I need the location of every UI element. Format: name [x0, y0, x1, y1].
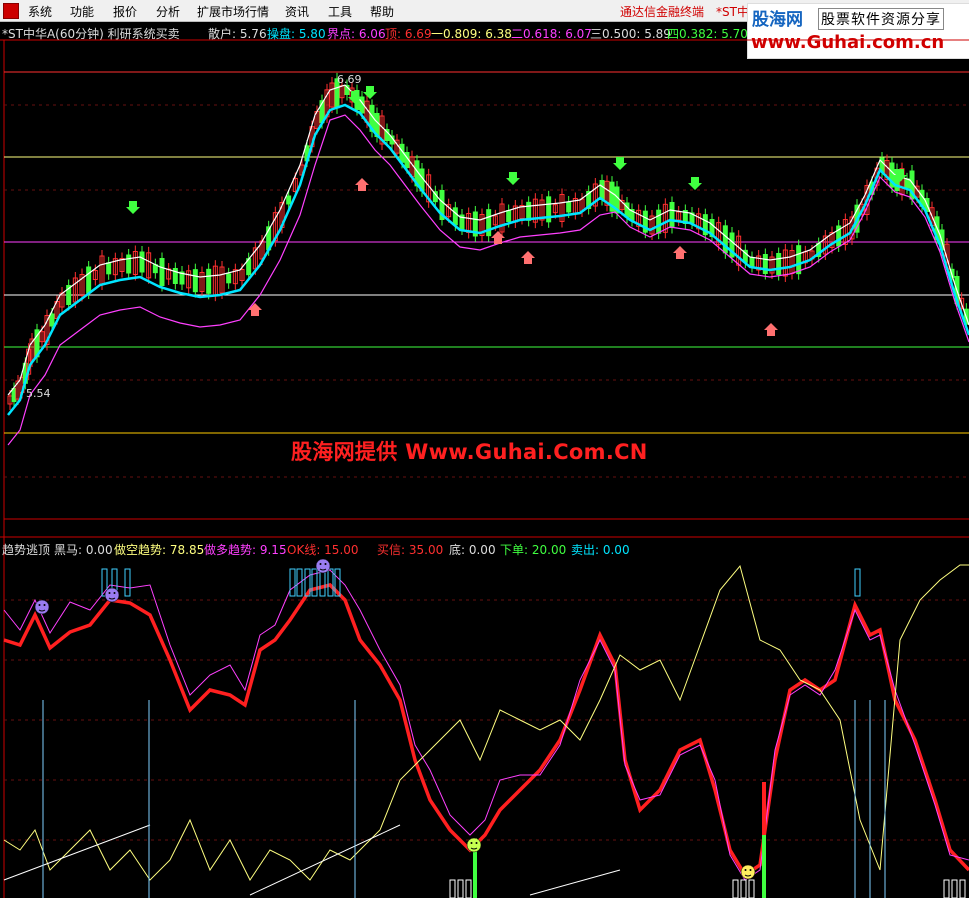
sell-arrow-icon: [613, 157, 627, 170]
sub-indicator: 底: 0.00: [449, 543, 496, 557]
buy-arrow-icon: [248, 303, 262, 316]
bottom-signal-box: [943, 879, 950, 898]
main-indicator: 散户: 5.76: [208, 27, 267, 41]
sub-indicator: OK线: 15.00: [287, 543, 359, 557]
candle-body: [566, 201, 572, 213]
sad-face-icon-eye: [43, 604, 46, 606]
candle-body: [776, 253, 782, 275]
bottom-signal-box: [732, 879, 739, 898]
candle-body: [506, 210, 512, 222]
bottom-signal-box: [465, 879, 472, 898]
ma-slow-line: [7, 114, 969, 446]
bottom-signal-box: [748, 879, 755, 898]
sub-indicator: 买信: 35.00: [377, 543, 444, 557]
buy-arrow-icon: [521, 251, 535, 264]
candle-body: [126, 254, 132, 274]
candle-body: [206, 268, 212, 294]
bottom-signal-box: [457, 879, 464, 898]
candle-body: [904, 178, 910, 189]
sell-arrow-icon: [363, 86, 377, 99]
candle-body: [452, 207, 458, 226]
main-indicator: 操盘: 5.80: [267, 27, 326, 41]
sub-indicator: 黑马: 0.00: [54, 543, 113, 557]
sad-face-icon-eye: [319, 563, 322, 565]
candle-body: [226, 273, 232, 284]
sad-face-icon-eye: [113, 592, 116, 594]
candle-body: [526, 201, 532, 221]
main-indicator: 四0.382: 5.70: [667, 27, 748, 41]
smile-face-icon-eye: [749, 869, 752, 871]
bottom-signal-box: [951, 879, 958, 898]
buy-signal-bar: [762, 782, 766, 835]
sad-face-icon-eye: [108, 592, 111, 594]
candlesticks: [7, 72, 969, 410]
chart-grid: [0, 39, 969, 898]
candle-body: [599, 180, 605, 200]
bottom-signal-box: [449, 879, 456, 898]
buy-arrow-icon: [355, 178, 369, 191]
smile-face-icon-eye: [744, 869, 747, 871]
watermark: 股海网提供 Www.Guhai.Com.CN: [291, 440, 648, 464]
main-indicator: 界点: 6.06: [327, 27, 386, 41]
sell-arrow-icon: [126, 201, 140, 214]
bottom-signal-box: [959, 879, 966, 898]
sad-face-icon: [315, 558, 331, 574]
main-indicator: 二0.618: 6.07: [511, 27, 592, 41]
sell-signal-box: [327, 568, 334, 597]
sub-indicator: 做空趋势: 78.85: [114, 543, 205, 557]
buy-arrow-icon: [764, 323, 778, 336]
buy-arrow-icon: [673, 246, 687, 259]
candle-body: [286, 195, 292, 205]
candle-body: [192, 269, 198, 293]
candle-body: [656, 209, 662, 234]
sad-face-icon: [104, 587, 120, 603]
smile-face-icon-eye: [475, 842, 478, 844]
candle-body: [11, 388, 17, 402]
trend-white-line: [529, 869, 621, 896]
sell-arrow-icon: [688, 177, 702, 190]
chart-title: *ST中华A(60分钟) 利研系统买卖: [2, 27, 180, 41]
moving-averages: [7, 84, 969, 446]
sub-indicator: 趋势逃顶: [2, 543, 51, 557]
smile-face-icon-eye: [470, 842, 473, 844]
price-high-label: 6.69: [337, 73, 362, 86]
main-indicator: 顶: 6.69: [385, 27, 432, 41]
candle-body: [86, 266, 92, 294]
sub-indicator: 卖出: 0.00: [571, 543, 630, 557]
candle-body: [796, 245, 802, 275]
sad-face-icon-eye: [38, 604, 41, 606]
candle-body: [139, 251, 145, 273]
candle-body: [749, 257, 755, 267]
sad-face-icon: [34, 599, 50, 615]
smile-face-icon: [740, 864, 756, 880]
sell-arrow-icon: [506, 172, 520, 185]
sad-face-icon-eye: [324, 563, 327, 565]
bottom-signal-box: [740, 879, 747, 898]
candle-body: [49, 313, 55, 327]
signal-arrows: [126, 86, 907, 336]
sub-indicator: 下单: 20.00: [500, 543, 567, 557]
indicator-panel: [3, 558, 969, 898]
smile-face-icon: [466, 837, 482, 853]
sell-signal-box: [124, 568, 131, 597]
candle-body: [669, 202, 675, 228]
sub-indicator: 做多趋势: 9.15: [204, 543, 287, 557]
price-low-label: 5.54: [26, 387, 51, 400]
candle-body: [106, 262, 112, 275]
buy-volume-bar: [762, 835, 766, 898]
main-indicator: 一0.809: 6.38: [431, 27, 512, 41]
trend-white-line: [249, 824, 401, 896]
candle-body: [159, 258, 165, 286]
main-indicator: 三0.500: 5.89: [590, 27, 671, 41]
sell-signal-box: [289, 568, 296, 597]
sell-signal-box: [854, 568, 861, 597]
